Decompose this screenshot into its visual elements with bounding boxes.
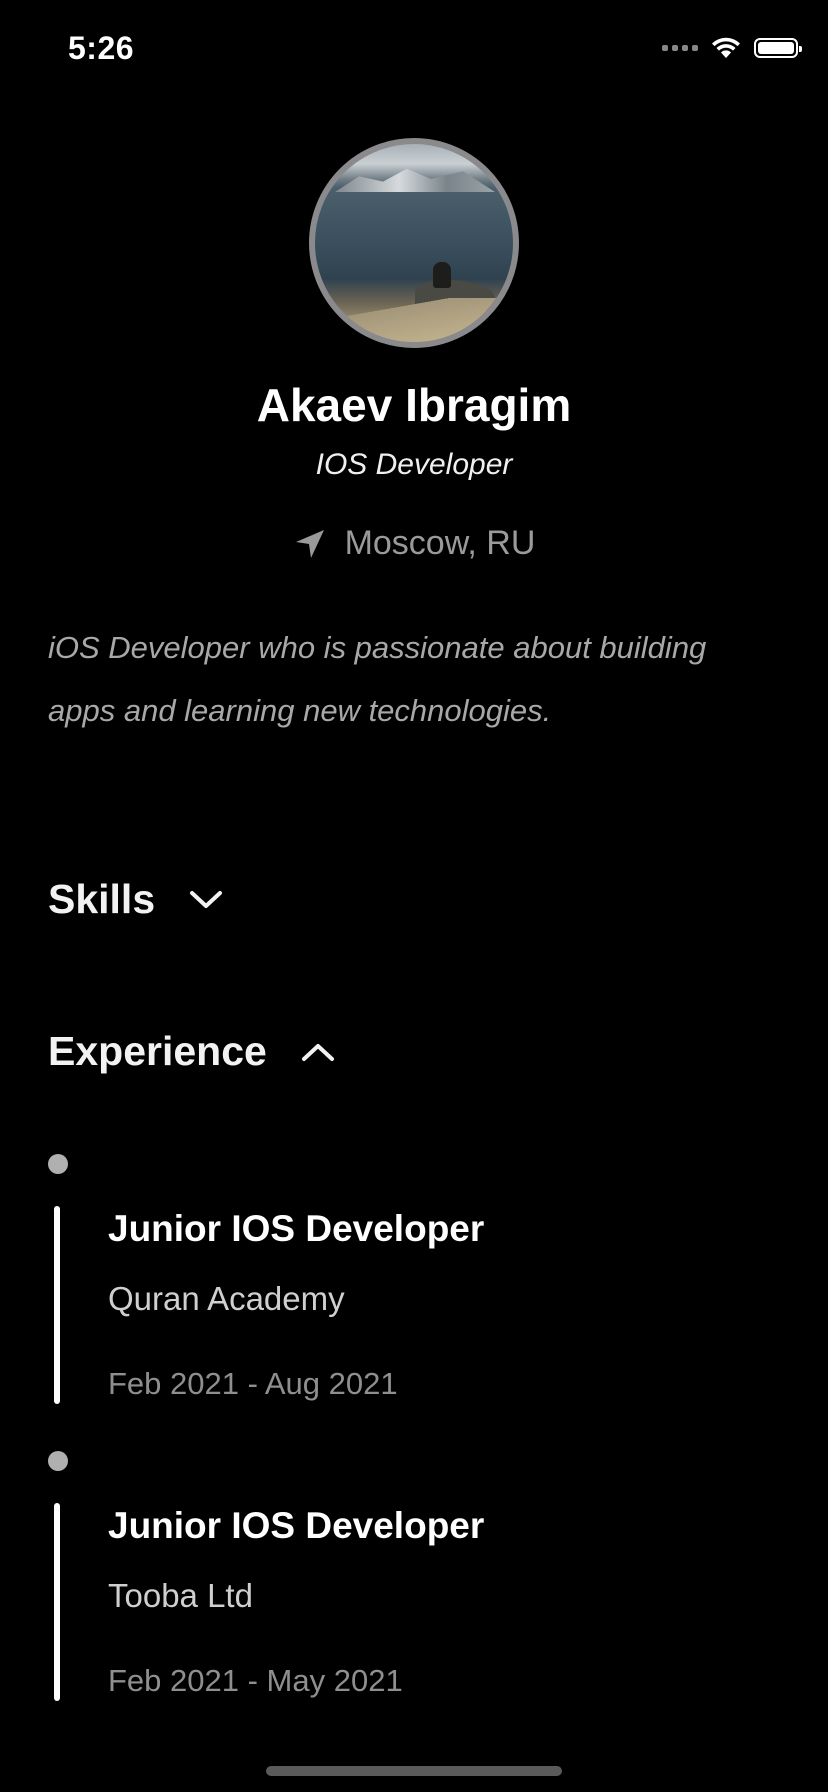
status-bar: 5:26 [0,0,828,100]
timeline-dot [48,1154,68,1174]
profile-avatar[interactable] [309,138,519,348]
skills-heading: Skills [48,876,156,922]
location-arrow-icon [293,527,327,561]
job-title: Junior IOS Developer [108,1505,485,1546]
skills-section-toggle[interactable]: Skills [48,876,223,923]
profile-role: IOS Developer [315,448,513,481]
chevron-up-icon [301,1041,335,1063]
job-company: Tooba Ltd [108,1577,253,1614]
wifi-icon [712,37,740,58]
location-label: Moscow, RU [344,524,536,562]
job-company: Quran Academy [108,1280,345,1317]
experience-section-toggle[interactable]: Experience [48,1028,335,1075]
status-icons [662,36,802,60]
job-title: Junior IOS Developer [108,1208,485,1249]
experience-heading: Experience [48,1028,267,1074]
job-dates: Feb 2021 - Aug 2021 [108,1366,398,1401]
profile-bio: iOS Developer who is passionate about bu… [48,630,707,728]
profile-location: Moscow, RU [0,524,828,563]
home-indicator[interactable] [266,1766,562,1776]
cellular-signal-icon [662,45,698,51]
timeline-line [54,1503,60,1701]
battery-icon [754,38,802,58]
timeline-dot [48,1451,68,1471]
status-time: 5:26 [68,30,135,66]
job-dates: Feb 2021 - May 2021 [108,1663,403,1698]
timeline-line [54,1206,60,1404]
profile-name: Akaev Ibragim [256,379,572,431]
chevron-down-icon [189,889,223,911]
